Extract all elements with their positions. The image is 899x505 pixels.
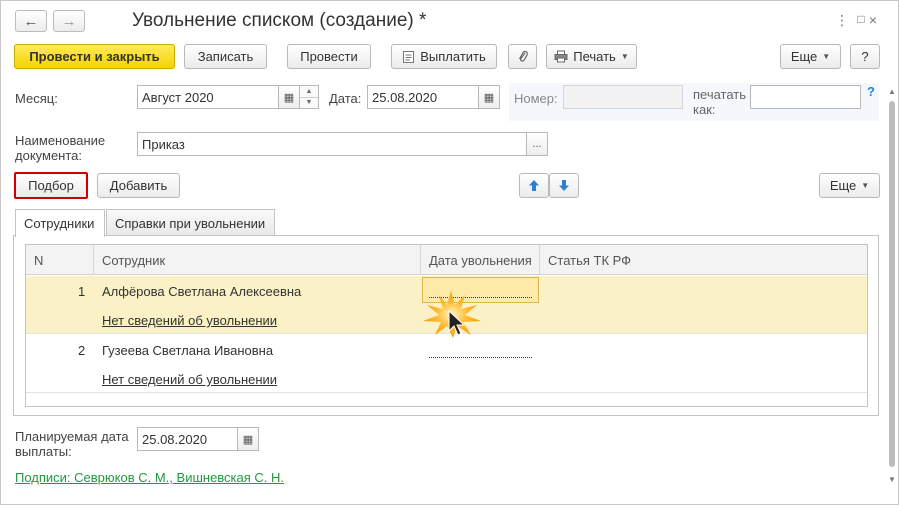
print-label: Печать	[573, 49, 616, 64]
calendar-icon: ▦	[483, 91, 495, 104]
planned-payment-label-line2: выплаты:	[15, 444, 72, 459]
chevron-up-icon[interactable]: ▲	[300, 86, 318, 97]
calendar-icon: ▦	[242, 433, 254, 446]
move-down-button[interactable]	[549, 173, 579, 198]
printer-icon	[554, 50, 568, 63]
pointer-cursor-icon	[423, 291, 481, 338]
month-label: Месяц:	[15, 91, 58, 106]
month-stepper[interactable]: ▲ ▼	[299, 85, 319, 109]
help-button[interactable]: ?	[850, 44, 880, 69]
month-field[interactable]: Август 2020	[137, 85, 279, 109]
dismissal-info-link[interactable]: Нет сведений об увольнении	[102, 372, 277, 387]
ellipsis-icon: ...	[532, 138, 542, 150]
print-as-field[interactable]	[750, 85, 861, 109]
paperclip-icon	[518, 50, 528, 62]
attach-button[interactable]	[508, 44, 537, 69]
forward-button[interactable]: →	[53, 10, 85, 32]
vertical-scrollbar-thumb[interactable]	[889, 101, 895, 467]
pay-label: Выплатить	[420, 49, 486, 64]
signatures-link[interactable]: Подписи: Севрюков С. М., Вишневская С. Н…	[15, 470, 284, 485]
arrow-right-icon: →	[61, 12, 77, 30]
pick-label: Подбор	[28, 178, 74, 193]
scroll-up-icon[interactable]: ▲	[887, 87, 897, 96]
employee-name: Алфёрова Светлана Алексеевна	[102, 284, 302, 299]
arrow-up-icon	[529, 180, 539, 191]
employee-name: Гузеева Светлана Ивановна	[102, 343, 274, 358]
column-header-dismissal-date[interactable]: Дата увольнения	[421, 245, 540, 275]
print-button[interactable]: Печать ▼	[546, 44, 637, 69]
chevron-down-icon: ▼	[620, 52, 629, 61]
column-header-employee[interactable]: Сотрудник	[94, 245, 421, 275]
planned-payment-date-field[interactable]: 25.08.2020	[137, 427, 238, 451]
calendar-icon: ▦	[283, 91, 295, 104]
row-number: 2	[78, 343, 86, 358]
planned-payment-calendar-button[interactable]: ▦	[237, 427, 259, 451]
arrow-down-icon	[559, 180, 569, 191]
print-as-label-line2: как:	[693, 102, 716, 117]
save-label: Записать	[197, 49, 254, 64]
add-label: Добавить	[109, 178, 168, 193]
tab-dismissal-certificates[interactable]: Справки при увольнении	[106, 209, 275, 236]
number-field	[563, 85, 683, 109]
print-as-help-icon[interactable]: ?	[867, 84, 875, 99]
kebab-menu-icon[interactable]: ⋮	[834, 12, 850, 29]
move-up-button[interactable]	[519, 173, 549, 198]
document-icon	[403, 50, 415, 63]
row-number: 1	[78, 284, 86, 299]
date-value: 25.08.2020	[372, 89, 438, 105]
date-field[interactable]: 25.08.2020	[367, 85, 479, 109]
post-and-close-label: Провести и закрыть	[29, 49, 160, 64]
doc-name-value: Приказ	[142, 136, 185, 152]
tab-employees[interactable]: Сотрудники	[15, 209, 105, 237]
month-value: Август 2020	[142, 89, 214, 105]
print-as-label: печатать как:	[693, 87, 746, 117]
dismissal-info-link[interactable]: Нет сведений об увольнении	[102, 313, 277, 328]
required-field-underline	[429, 357, 532, 358]
scroll-down-icon[interactable]: ▼	[887, 475, 897, 484]
help-label: ?	[861, 49, 869, 64]
chevron-down-icon: ▼	[822, 52, 831, 61]
month-calendar-button[interactable]: ▦	[278, 85, 300, 109]
post-button[interactable]: Провести	[287, 44, 371, 69]
doc-name-label-line2: документа:	[15, 148, 82, 163]
arrow-left-icon: ←	[23, 12, 39, 30]
date-calendar-button[interactable]: ▦	[478, 85, 500, 109]
more-button[interactable]: Еще ▼	[780, 44, 841, 69]
pick-button[interactable]: Подбор	[14, 172, 88, 199]
column-header-article[interactable]: Статья ТК РФ	[540, 245, 867, 275]
doc-name-label: Наименование документа:	[15, 133, 105, 163]
save-button[interactable]: Записать	[184, 44, 267, 69]
close-icon[interactable]: ×	[865, 12, 881, 28]
column-header-n[interactable]: N	[26, 245, 94, 275]
window-title: Увольнение списком (создание) *	[132, 10, 427, 31]
list-more-label: Еще	[829, 178, 857, 193]
list-more-button[interactable]: Еще ▼	[819, 173, 880, 198]
chevron-down-icon: ▼	[861, 181, 870, 190]
print-as-label-line1: печатать	[693, 87, 747, 102]
date-label: Дата:	[329, 91, 362, 106]
document-window: ← → Увольнение списком (создание) * ⋮ □ …	[0, 0, 899, 505]
tab-dismissal-certificates-label: Справки при увольнении	[115, 215, 266, 231]
planned-payment-label-line1: Планируемая дата	[15, 429, 129, 444]
tab-employees-label: Сотрудники	[24, 216, 95, 231]
chevron-down-icon[interactable]: ▼	[300, 96, 318, 109]
table-row[interactable]: 2 Гузеева Светлана Ивановна Нет сведений…	[26, 335, 867, 393]
doc-name-field[interactable]: Приказ	[137, 132, 527, 156]
doc-name-label-line1: Наименование	[15, 133, 106, 148]
add-button[interactable]: Добавить	[97, 173, 180, 198]
back-button[interactable]: ←	[15, 10, 47, 32]
pay-button[interactable]: Выплатить	[391, 44, 497, 69]
post-label: Провести	[300, 49, 358, 64]
post-and-close-button[interactable]: Провести и закрыть	[14, 44, 175, 69]
more-label: Еще	[790, 49, 818, 64]
planned-payment-label: Планируемая дата выплаты:	[15, 429, 129, 459]
table-header: N Сотрудник Дата увольнения Статья ТК РФ	[26, 245, 867, 275]
doc-name-select-button[interactable]: ...	[526, 132, 548, 156]
number-label: Номер:	[514, 91, 558, 106]
planned-payment-date-value: 25.08.2020	[142, 431, 208, 447]
